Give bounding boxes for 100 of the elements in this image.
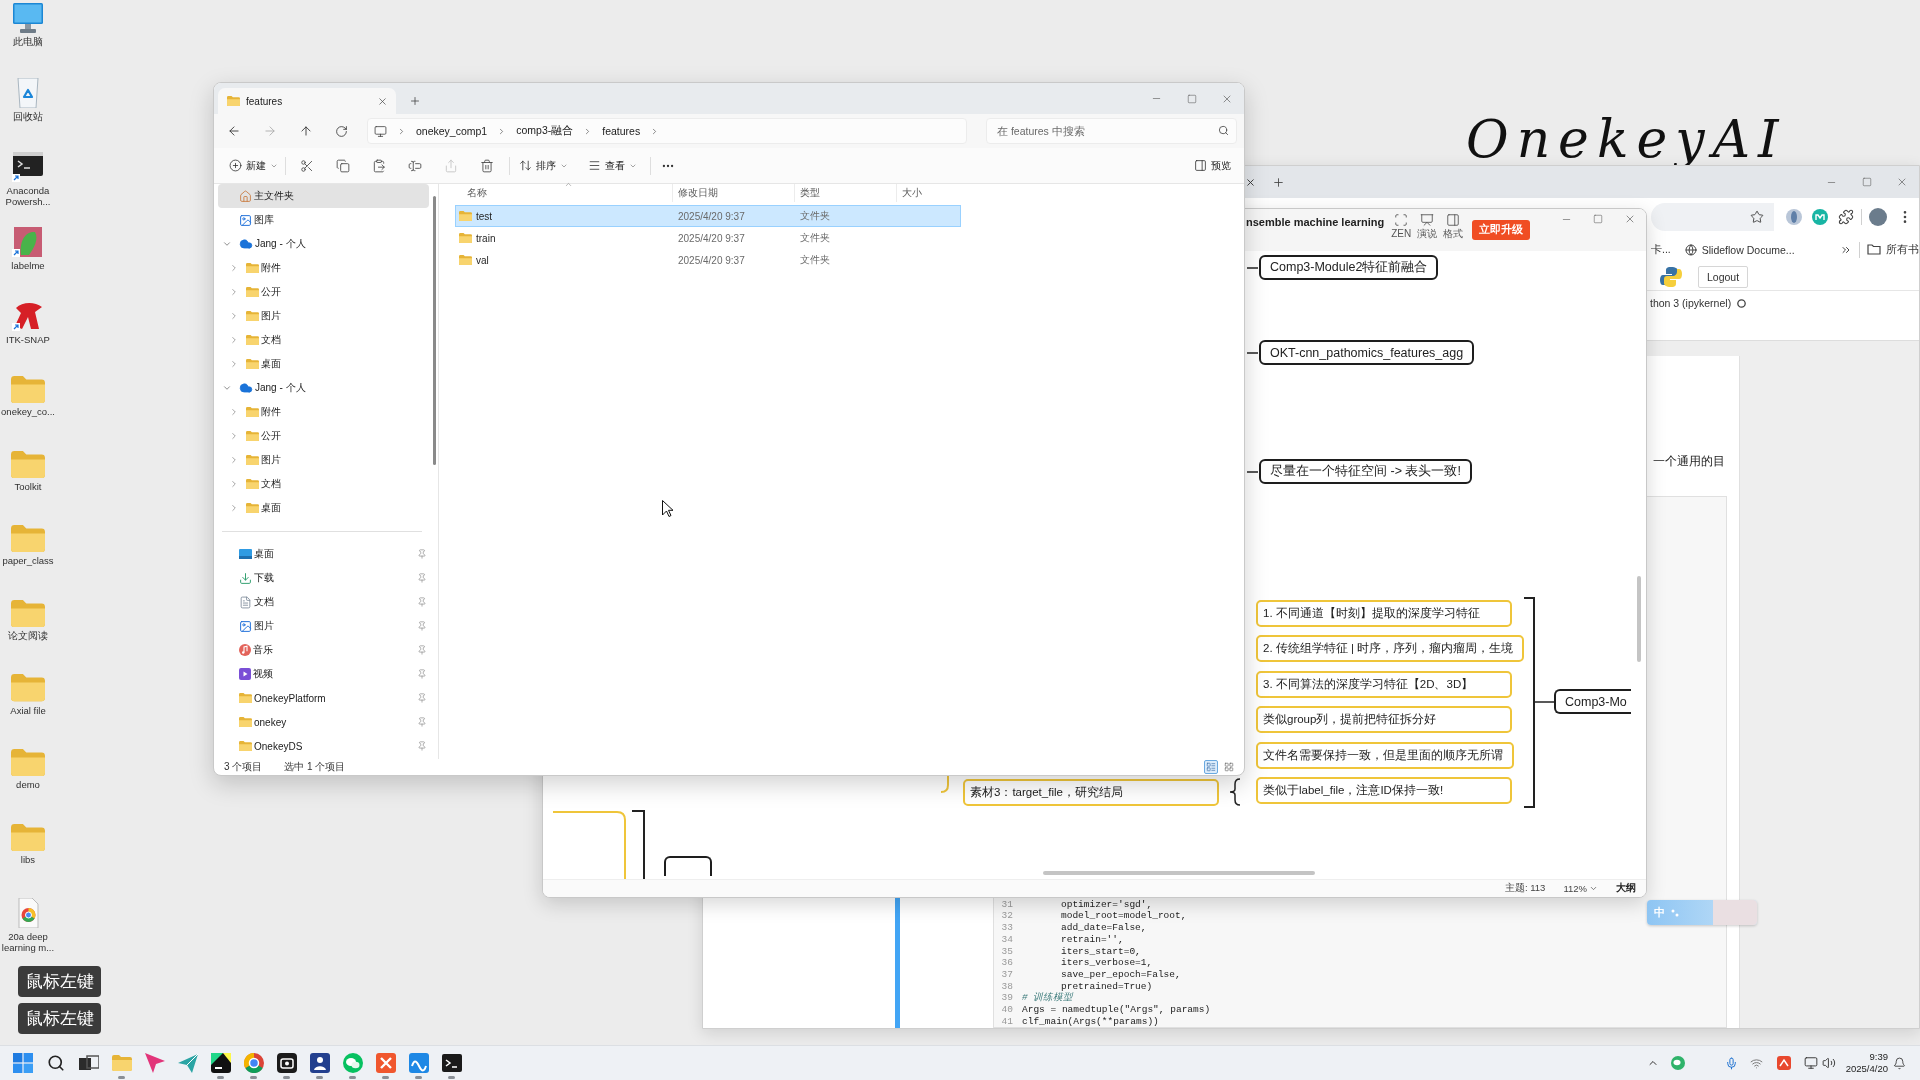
chevron-right-icon[interactable]	[229, 479, 239, 489]
chevron-right-icon[interactable]	[229, 263, 239, 273]
paste-icon[interactable]	[372, 158, 386, 173]
desktop-icon-label[interactable]: 20a deep learning m...	[0, 931, 60, 954]
preview-button[interactable]: 预览	[1191, 152, 1234, 179]
desktop-icon-label[interactable]: labelme	[11, 259, 45, 271]
breadcrumb-item[interactable]: onekey_comp1	[416, 125, 488, 137]
maximize-icon[interactable]	[1186, 93, 1197, 104]
back-arrow-icon[interactable]	[227, 124, 241, 138]
scrollbar[interactable]	[1637, 576, 1641, 662]
app-tile-icon[interactable]	[375, 1053, 396, 1073]
sidebar-item[interactable]: 公开	[218, 280, 429, 304]
bookmark-link[interactable]: Slideflow Docume...	[1684, 243, 1795, 256]
sort-button[interactable]: 排序	[516, 152, 571, 179]
avatar-icon[interactable]	[1869, 208, 1887, 226]
search-icon[interactable]	[46, 1054, 65, 1072]
sidebar-item[interactable]: 音乐	[218, 638, 429, 662]
mindmap-node[interactable]: 3. 不同算法的深度学习特征【2D、3D】	[1256, 671, 1512, 698]
puzzle-icon[interactable]	[1838, 209, 1854, 225]
upgrade-button[interactable]: 立即升级	[1472, 220, 1531, 240]
notification-icon[interactable]	[1893, 1056, 1906, 1070]
sidebar-item[interactable]: 视频	[218, 662, 429, 686]
camera-icon[interactable]	[276, 1053, 297, 1073]
sidebar-item[interactable]: 图片	[218, 304, 429, 328]
sidebar-item[interactable]: OnekeyPlatform	[218, 686, 429, 710]
copy-icon[interactable]	[336, 158, 350, 173]
mindmap-node[interactable]: 1. 不同通道【时刻】提取的深度学习特征	[1256, 600, 1512, 627]
search-field[interactable]: 在 features 中搜索	[986, 118, 1237, 144]
display-icon[interactable]	[1803, 1056, 1818, 1070]
volume-icon[interactable]	[1821, 1056, 1836, 1070]
wave-tile-icon[interactable]	[408, 1053, 429, 1073]
sidebar-item[interactable]: 桌面	[218, 496, 429, 520]
chevron-right-icon[interactable]	[229, 431, 239, 441]
round-extension-icon[interactable]	[1786, 209, 1802, 225]
outline-button[interactable]: 大纲	[1616, 882, 1636, 895]
folder-icon[interactable]	[111, 1055, 132, 1071]
sidebar-item[interactable]: Jang - 个人	[218, 232, 429, 256]
sidebar-item[interactable]: 公开	[218, 424, 429, 448]
chat-bubble-icon[interactable]	[1670, 1056, 1685, 1070]
chevron-right-icon[interactable]	[229, 287, 239, 297]
mindmap-node[interactable]: 素材3：target_file，研究结局	[963, 779, 1219, 806]
sidebar-item[interactable]: Jang - 个人	[218, 376, 429, 400]
wifi-icon[interactable]	[1749, 1056, 1763, 1070]
sidebar-item[interactable]: 附件	[218, 256, 429, 280]
chevron-right-icon[interactable]	[229, 335, 239, 345]
round-extension-icon[interactable]	[1812, 209, 1828, 225]
toolbar-button[interactable]: 格式	[1442, 213, 1465, 240]
person-tile-icon[interactable]	[309, 1053, 330, 1073]
refresh-icon[interactable]	[335, 124, 348, 138]
chevron-down-icon[interactable]	[222, 383, 232, 393]
close-icon[interactable]	[1245, 176, 1256, 188]
all-bookmarks-button[interactable]: 所有书	[1867, 242, 1919, 257]
column-header[interactable]: 名称	[455, 184, 672, 202]
new-button[interactable]: 新建	[226, 152, 281, 179]
cursor-arrow-icon[interactable]	[144, 1053, 165, 1073]
sidebar-item[interactable]: 主文件夹	[218, 184, 429, 208]
mindmap-node[interactable]: 尽量在一个特征空间 -> 表头一致!	[1259, 459, 1472, 484]
sidebar-item[interactable]: OnekeyDS	[218, 734, 429, 758]
ring-logo-icon[interactable]	[243, 1053, 264, 1073]
chevron-right-icon[interactable]	[229, 407, 239, 417]
cut-icon[interactable]	[300, 158, 314, 173]
sidebar-item[interactable]: 图片	[218, 614, 429, 638]
desktop-icon-label[interactable]: 此电脑	[13, 36, 43, 47]
delete-icon[interactable]	[480, 158, 494, 173]
mindmap-node[interactable]: 类似group列，提前把特征拆分好	[1256, 706, 1512, 733]
desktop-icon-label[interactable]: Toolkit	[14, 480, 42, 492]
microphone-icon[interactable]	[1724, 1056, 1738, 1070]
chevron-right-icon[interactable]	[229, 455, 239, 465]
sidebar-item[interactable]: 文档	[218, 472, 429, 496]
sidebar-item[interactable]: 下载	[218, 566, 429, 590]
up-arrow-icon[interactable]	[299, 124, 313, 138]
logout-button[interactable]: Logout	[1698, 265, 1749, 288]
chevron-right-icon[interactable]	[229, 503, 239, 513]
breadcrumb-item[interactable]: features	[602, 125, 641, 137]
view-button[interactable]: 查看	[585, 152, 640, 179]
plus-icon[interactable]	[409, 94, 421, 107]
sidebar-item[interactable]: 图片	[218, 448, 429, 472]
app-tile-icon[interactable]	[210, 1053, 231, 1073]
chat-bubble-icon[interactable]	[342, 1053, 363, 1073]
mindmap-node[interactable]: 类似于label_file，注意ID保持一致!	[1256, 777, 1512, 804]
maximize-icon[interactable]	[1593, 214, 1603, 224]
file-row[interactable]: val 2025/4/20 9:37 文件夹	[455, 249, 961, 271]
desktop-icon-label[interactable]: libs	[20, 853, 36, 865]
address-bar[interactable]: onekey_comp1 comp3-融合 features	[367, 118, 967, 144]
column-header[interactable]: 大小	[896, 184, 961, 202]
desktop-icon-label[interactable]: 论文阅读	[8, 629, 48, 641]
close-icon[interactable]	[377, 95, 388, 107]
sidebar-item[interactable]: 文档	[218, 328, 429, 352]
desktop-icon-label[interactable]: Anaconda Powersh...	[0, 185, 60, 208]
scrollbar[interactable]	[433, 196, 436, 465]
zoom-dropdown[interactable]: 112%	[1563, 883, 1598, 894]
scrollbar[interactable]	[1043, 871, 1315, 875]
mindmap-node[interactable]	[664, 856, 712, 876]
sidebar-item[interactable]: 桌面	[218, 352, 429, 376]
paper-plane-icon[interactable]	[177, 1053, 198, 1073]
terminal-icon[interactable]	[441, 1053, 462, 1073]
toolbar-button[interactable]: 演说	[1416, 213, 1439, 240]
chevron-right-icon[interactable]	[229, 311, 239, 321]
tiles-view-button[interactable]	[1222, 760, 1236, 774]
mindmap-node[interactable]: 2. 传统组学特征 | 时序，序列，瘤内瘤周，生境	[1256, 635, 1525, 662]
